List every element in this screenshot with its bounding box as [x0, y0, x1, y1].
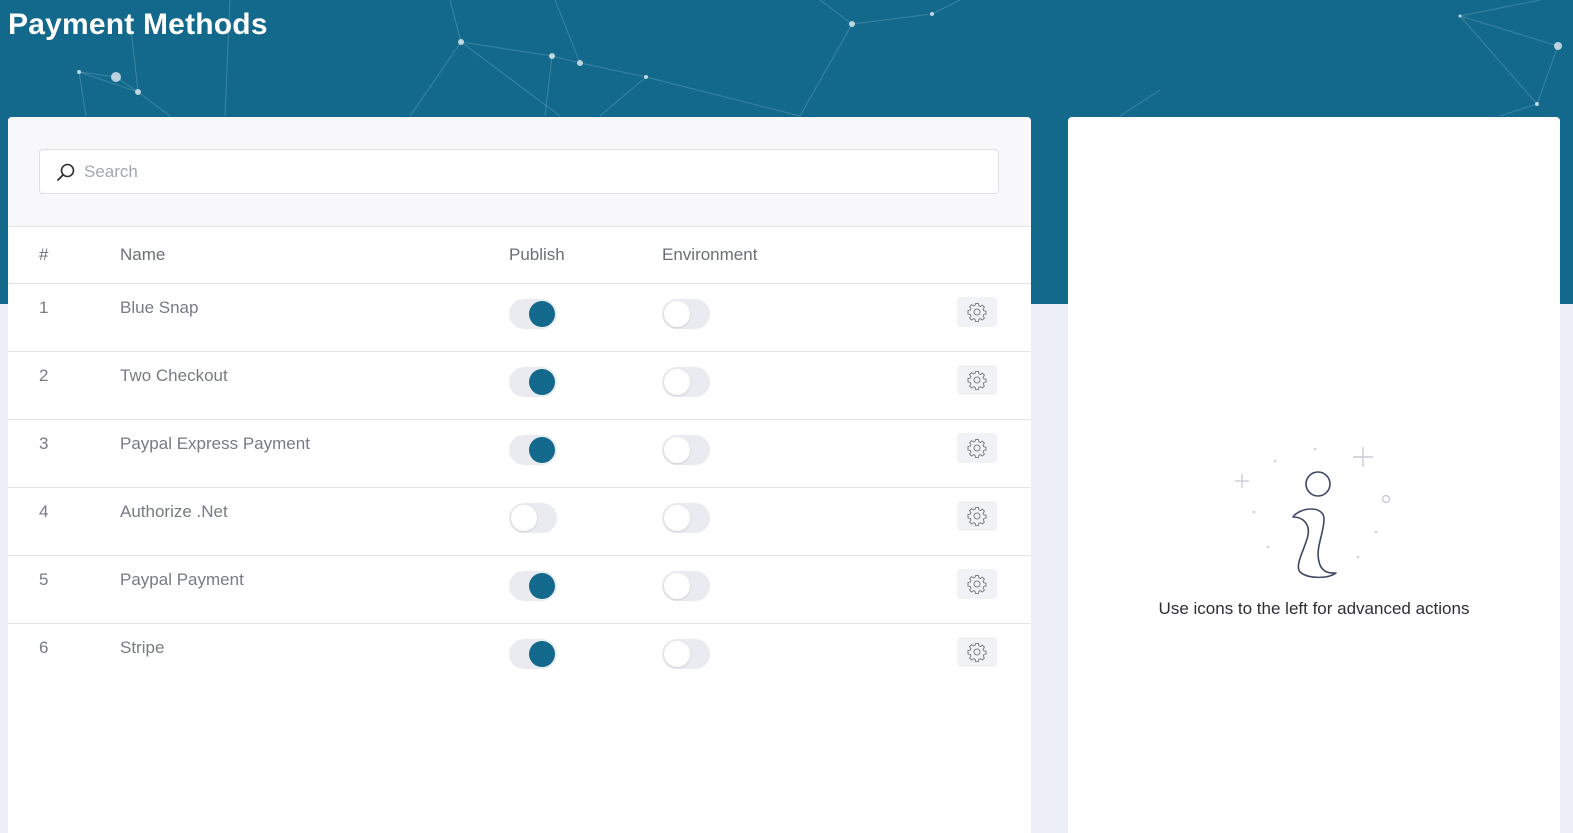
row-index: 4 [39, 502, 49, 521]
toggle-knob [664, 505, 690, 531]
gear-icon [967, 303, 987, 322]
environment-toggle[interactable] [662, 639, 710, 669]
payment-methods-panel: # Name Publish Environment 1 Blue Snap 2… [8, 117, 1031, 833]
toggle-knob [529, 437, 555, 463]
row-index: 2 [39, 366, 49, 385]
settings-button[interactable] [957, 569, 997, 599]
row-name: Paypal Payment [120, 570, 244, 589]
info-icon [1235, 447, 1391, 579]
row-name: Authorize .Net [120, 502, 228, 521]
column-header-publish: Publish [509, 245, 565, 264]
table-row: 3 Paypal Express Payment [8, 420, 1031, 488]
toggle-knob [664, 369, 690, 395]
search-box[interactable] [39, 149, 999, 194]
toggle-knob [664, 641, 690, 667]
row-index: 1 [39, 298, 49, 317]
row-name: Blue Snap [120, 298, 199, 317]
table-row: 2 Two Checkout [8, 352, 1031, 420]
column-header-index: # [39, 245, 49, 264]
table-row: 4 Authorize .Net [8, 488, 1031, 556]
publish-toggle[interactable] [509, 571, 557, 601]
row-name: Stripe [120, 638, 165, 657]
table-row: 1 Blue Snap [8, 284, 1031, 352]
toggle-knob [529, 301, 555, 327]
column-header-name: Name [120, 245, 166, 264]
gear-icon [967, 575, 987, 594]
row-index: 3 [39, 434, 49, 453]
gear-icon [967, 439, 987, 458]
row-name: Paypal Express Payment [120, 434, 310, 453]
toggle-knob [529, 641, 555, 667]
gear-icon [967, 643, 987, 662]
environment-toggle[interactable] [662, 435, 710, 465]
table-row: 6 Stripe [8, 624, 1031, 692]
environment-toggle[interactable] [662, 571, 710, 601]
toggle-knob [529, 369, 555, 395]
publish-toggle[interactable] [509, 503, 557, 533]
search-input[interactable] [84, 150, 984, 193]
publish-toggle[interactable] [509, 435, 557, 465]
publish-toggle[interactable] [509, 639, 557, 669]
gear-icon [967, 371, 987, 390]
settings-button[interactable] [957, 365, 997, 395]
toggle-knob [664, 573, 690, 599]
toggle-knob [664, 301, 690, 327]
environment-toggle[interactable] [662, 503, 710, 533]
publish-toggle[interactable] [509, 367, 557, 397]
toggle-knob [511, 505, 537, 531]
table-row: 5 Paypal Payment [8, 556, 1031, 624]
toggle-knob [529, 573, 555, 599]
settings-button[interactable] [957, 501, 997, 531]
environment-toggle[interactable] [662, 299, 710, 329]
info-panel: Use icons to the left for advanced actio… [1068, 117, 1560, 833]
info-message: Use icons to the left for advanced actio… [1158, 599, 1470, 618]
settings-button[interactable] [957, 297, 997, 327]
gear-icon [967, 507, 987, 526]
publish-toggle[interactable] [509, 299, 557, 329]
toggle-knob [664, 437, 690, 463]
row-index: 6 [39, 638, 49, 657]
table-header: # Name Publish Environment [8, 227, 1031, 284]
row-index: 5 [39, 570, 49, 589]
search-icon [57, 163, 75, 181]
search-area [8, 117, 1031, 227]
row-name: Two Checkout [120, 366, 228, 385]
table-body: 1 Blue Snap 2 Two Checkout 3 Paypal Expr… [8, 284, 1031, 692]
settings-button[interactable] [957, 433, 997, 463]
settings-button[interactable] [957, 637, 997, 667]
column-header-environment: Environment [662, 245, 758, 264]
page-title: Payment Methods [8, 8, 268, 41]
environment-toggle[interactable] [662, 367, 710, 397]
